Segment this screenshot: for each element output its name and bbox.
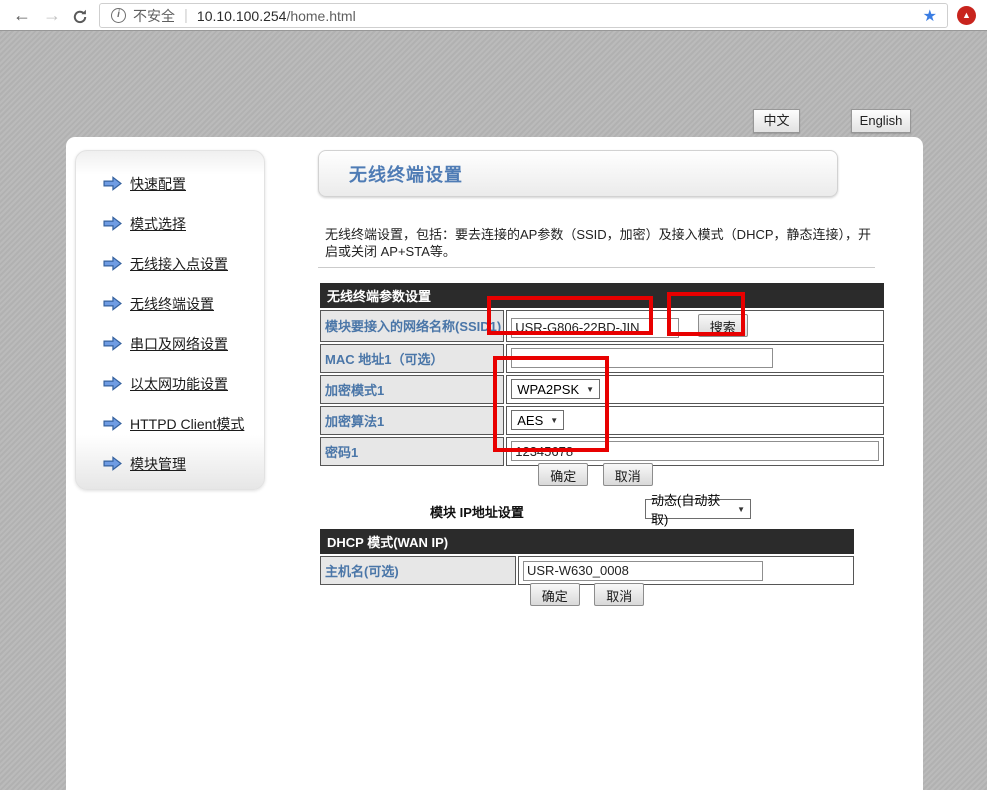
sidebar-item-sta-settings[interactable]: 无线终端设置 bbox=[103, 292, 264, 315]
nav-arrow-icon bbox=[103, 336, 122, 351]
encryption-mode-value: WPA2PSK bbox=[517, 382, 579, 397]
sidebar-item-quick-config[interactable]: 快速配置 bbox=[103, 172, 264, 195]
encryption-algorithm-value: AES bbox=[517, 413, 543, 428]
cancel-button[interactable]: 取消 bbox=[603, 463, 653, 486]
divider bbox=[318, 267, 875, 268]
language-chinese-button[interactable]: 中文 bbox=[753, 109, 800, 133]
url-path: /home.html bbox=[286, 8, 355, 24]
dhcp-table-header: DHCP 模式(WAN IP) bbox=[320, 529, 854, 554]
sidebar-item-ap-settings[interactable]: 无线接入点设置 bbox=[103, 252, 264, 275]
sidebar-item-serial-network[interactable]: 串口及网络设置 bbox=[103, 332, 264, 355]
dhcp-form-actions: 确定 取消 bbox=[318, 583, 856, 606]
encryption-mode-row: 加密模式1 WPA2PSK ▼ bbox=[320, 375, 884, 404]
page-description: 无线终端设置，包括：要去连接的AP参数（SSID，加密）及接入模式（DHCP，静… bbox=[325, 226, 877, 260]
language-english-button[interactable]: English bbox=[851, 109, 911, 133]
sidebar-item-mode-select[interactable]: 模式选择 bbox=[103, 212, 264, 235]
sta-params-table: 无线终端参数设置 模块要接入的网络名称(SSID1) 搜索 MAC 地址1（可选… bbox=[318, 281, 886, 468]
sidebar-item-label: 以太网功能设置 bbox=[130, 374, 228, 394]
search-button[interactable]: 搜索 bbox=[698, 314, 748, 337]
hostname-input[interactable] bbox=[523, 561, 763, 581]
nav-arrow-icon bbox=[103, 296, 122, 311]
hostname-label: 主机名(可选) bbox=[320, 556, 516, 585]
hostname-row: 主机名(可选) bbox=[320, 556, 854, 585]
table-header-row: DHCP 模式(WAN IP) bbox=[320, 529, 854, 554]
page-title-banner: 无线终端设置 bbox=[318, 150, 838, 197]
nav-arrow-icon bbox=[103, 176, 122, 191]
password-row: 密码1 bbox=[320, 437, 884, 466]
nav-arrow-icon bbox=[103, 216, 122, 231]
extension-icon[interactable]: ▲ bbox=[957, 6, 976, 25]
sidebar-item-label: 无线接入点设置 bbox=[130, 254, 228, 274]
address-divider: | bbox=[184, 7, 188, 24]
table-header-row: 无线终端参数设置 bbox=[320, 283, 884, 308]
sidebar-item-httpd-client[interactable]: HTTPD Client模式 bbox=[103, 412, 264, 435]
password-label: 密码1 bbox=[320, 437, 504, 466]
confirm-button[interactable]: 确定 bbox=[538, 463, 588, 486]
encryption-algorithm-row: 加密算法1 AES ▼ bbox=[320, 406, 884, 435]
encryption-mode-label: 加密模式1 bbox=[320, 375, 504, 404]
back-icon[interactable]: ← bbox=[10, 3, 34, 27]
mac-row: MAC 地址1（可选） bbox=[320, 344, 884, 373]
nav-arrow-icon bbox=[103, 376, 122, 391]
address-bar[interactable]: i 不安全 | 10.10.100.254 /home.html ★ bbox=[99, 3, 948, 28]
chevron-down-icon: ▼ bbox=[550, 416, 558, 425]
refresh-icon[interactable] bbox=[68, 7, 92, 31]
page-title: 无线终端设置 bbox=[349, 161, 463, 187]
url-host: 10.10.100.254 bbox=[197, 8, 287, 24]
confirm-button[interactable]: 确定 bbox=[530, 583, 580, 606]
encryption-algorithm-select[interactable]: AES ▼ bbox=[511, 410, 564, 430]
encryption-mode-select[interactable]: WPA2PSK ▼ bbox=[511, 379, 600, 399]
browser-toolbar: ← → i 不安全 | 10.10.100.254 /home.html ★ ▲ bbox=[0, 0, 987, 31]
sidebar-nav: 快速配置 模式选择 无线接入点设置 无线终端设置 串口及网络设置 以太网功能设置… bbox=[75, 150, 265, 490]
ssid-input[interactable] bbox=[511, 318, 679, 338]
sidebar-item-module-management[interactable]: 模块管理 bbox=[103, 452, 264, 475]
cancel-button[interactable]: 取消 bbox=[594, 583, 644, 606]
forward-icon[interactable]: → bbox=[40, 3, 64, 27]
page-info-icon[interactable]: i bbox=[111, 8, 126, 23]
encryption-algorithm-label: 加密算法1 bbox=[320, 406, 504, 435]
ip-mode-value: 动态(自动获取) bbox=[651, 490, 730, 528]
table-header: 无线终端参数设置 bbox=[320, 283, 884, 308]
ssid-row: 模块要接入的网络名称(SSID1) 搜索 bbox=[320, 310, 884, 342]
sta-form-actions: 确定 取消 bbox=[318, 463, 873, 486]
ip-mode-select[interactable]: 动态(自动获取) ▼ bbox=[645, 499, 751, 519]
mac-label: MAC 地址1（可选） bbox=[320, 344, 504, 373]
nav-arrow-icon bbox=[103, 456, 122, 471]
main-panel: 无线终端设置 无线终端设置，包括：要去连接的AP参数（SSID，加密）及接入模式… bbox=[318, 150, 875, 775]
sidebar-item-label: 快速配置 bbox=[130, 174, 186, 194]
module-ip-settings-row: 模块 IP地址设置 动态(自动获取) ▼ bbox=[318, 499, 875, 521]
sidebar-item-ethernet[interactable]: 以太网功能设置 bbox=[103, 372, 264, 395]
sidebar-item-label: 串口及网络设置 bbox=[130, 334, 228, 354]
chevron-down-icon: ▼ bbox=[737, 505, 745, 514]
security-label: 不安全 bbox=[133, 6, 175, 26]
bookmark-star-icon[interactable]: ★ bbox=[923, 6, 937, 26]
nav-arrow-icon bbox=[103, 256, 122, 271]
password-input[interactable] bbox=[511, 441, 879, 461]
module-ip-settings-label: 模块 IP地址设置 bbox=[430, 502, 524, 521]
page-container: 快速配置 模式选择 无线接入点设置 无线终端设置 串口及网络设置 以太网功能设置… bbox=[66, 137, 923, 790]
sidebar-item-label: 无线终端设置 bbox=[130, 294, 214, 314]
sidebar-item-label: 模式选择 bbox=[130, 214, 186, 234]
sidebar-item-label: HTTPD Client模式 bbox=[130, 414, 244, 434]
sidebar-item-label: 模块管理 bbox=[130, 454, 186, 474]
ssid-label: 模块要接入的网络名称(SSID1) bbox=[320, 310, 504, 342]
dhcp-table: DHCP 模式(WAN IP) 主机名(可选) bbox=[318, 527, 856, 587]
chevron-down-icon: ▼ bbox=[586, 385, 594, 394]
mac-input[interactable] bbox=[511, 348, 773, 368]
nav-arrow-icon bbox=[103, 416, 122, 431]
